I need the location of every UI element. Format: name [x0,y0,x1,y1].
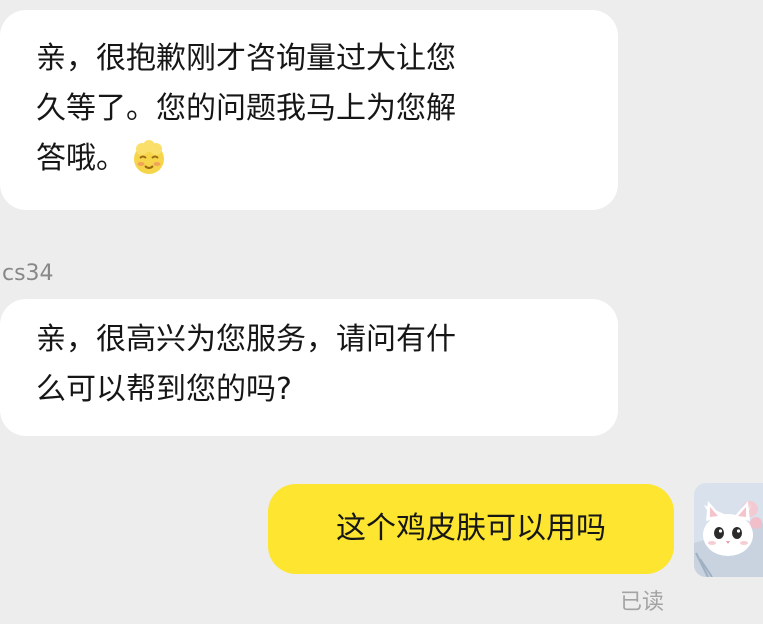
blush-emoji-icon [134,140,164,174]
read-receipt: 已读 [620,590,665,615]
message-bubble-incoming[interactable]: 亲，很抱歉刚才咨询量过大让您 久等了。您的问题我马上为您解 答哦。 [0,10,618,210]
message-line: 么可以帮到您的吗? [36,372,292,407]
cat-avatar-icon [694,483,763,577]
message-bubble-outgoing[interactable]: 这个鸡皮肤可以用吗 [268,484,674,574]
message-bubble-incoming[interactable]: 亲，很高兴为您服务，请问有什 么可以帮到您的吗? [0,299,618,436]
sender-name: cs34 [2,261,54,286]
message-line: 久等了。您的问题我马上为您解 [36,91,456,126]
message-text: 答哦。 [36,141,126,176]
message-line: 答哦。 [36,134,578,184]
message-text: 这个鸡皮肤可以用吗 [336,511,606,546]
avatar[interactable] [694,483,763,577]
message-line: 亲，很高兴为您服务，请问有什 [36,322,456,357]
message-line: 亲，很抱歉刚才咨询量过大让您 [36,41,456,76]
